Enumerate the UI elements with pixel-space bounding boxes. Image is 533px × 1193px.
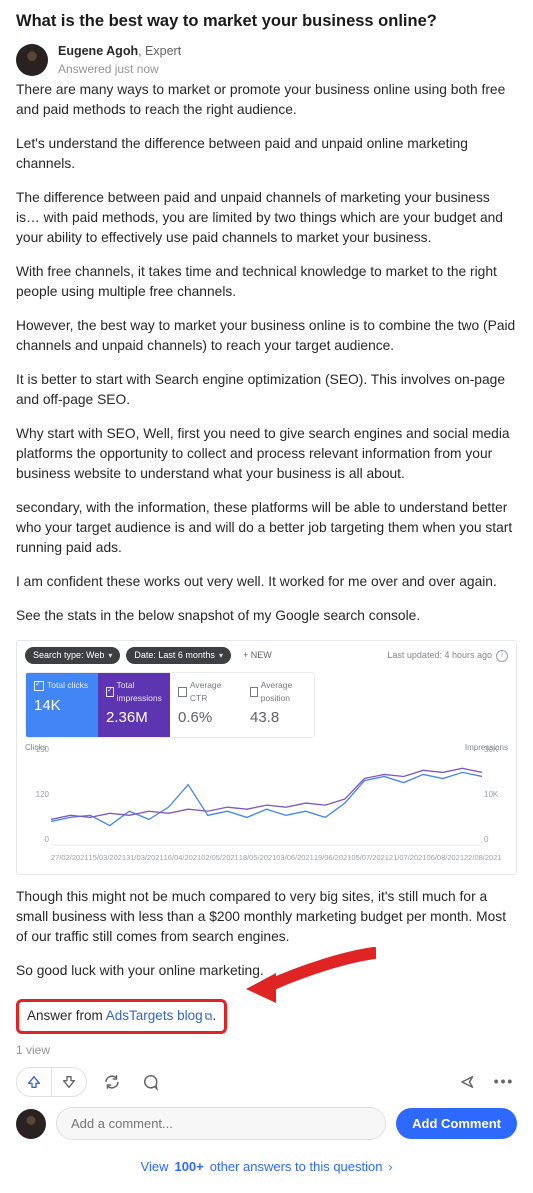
metric-cards: Total clicks 14K Total impressions 2.36M… xyxy=(25,672,315,737)
metric-position: Average position 43.8 xyxy=(242,673,314,736)
comment-input[interactable] xyxy=(56,1107,386,1140)
downvote-button[interactable] xyxy=(52,1068,86,1096)
downvote-icon xyxy=(61,1074,77,1090)
performance-chart: Clicks Impressions 1501200 30K10K0 27/02… xyxy=(25,744,508,864)
author-row: Eugene Agoh, Expert Answered just now xyxy=(16,42,517,79)
answer-paragraph: Though this might not be much compared t… xyxy=(16,887,517,947)
search-console-screenshot: Search type: Web ▾ Date: Last 6 months ▾… xyxy=(16,640,517,874)
answer-paragraph: The difference between paid and unpaid c… xyxy=(16,188,517,248)
answer-paragraph: There are many ways to market or promote… xyxy=(16,80,517,120)
metric-impressions: Total impressions 2.36M xyxy=(98,673,170,736)
source-link[interactable]: AdsTargets blog xyxy=(106,1008,203,1023)
vote-control xyxy=(16,1067,87,1097)
answer-paragraph: secondary, with the information, these p… xyxy=(16,498,517,558)
chevron-down-icon: ▾ xyxy=(219,650,223,662)
upvote-icon xyxy=(26,1074,42,1090)
answered-time: Answered just now xyxy=(58,61,181,78)
action-bar: ••• xyxy=(16,1067,517,1097)
commenter-avatar[interactable] xyxy=(16,1109,46,1139)
source-suffix: . xyxy=(212,1008,216,1023)
comment-icon xyxy=(141,1073,159,1091)
more-button[interactable]: ••• xyxy=(491,1069,517,1095)
annotation-arrow-icon xyxy=(246,947,376,1007)
more-icon: ••• xyxy=(494,1072,515,1092)
answer-paragraph: It is better to start with Search engine… xyxy=(16,370,517,410)
add-filter: + NEW xyxy=(243,649,272,662)
view-more-answers-link[interactable]: View 100+ other answers to this question… xyxy=(16,1158,517,1177)
answer-paragraph: Let's understand the difference between … xyxy=(16,134,517,174)
filter-chip-search-type: Search type: Web ▾ xyxy=(25,647,120,664)
metric-clicks: Total clicks 14K xyxy=(26,673,98,736)
upvote-button[interactable] xyxy=(17,1068,52,1096)
author-name[interactable]: Eugene Agoh xyxy=(58,44,138,58)
answer-body: There are many ways to market or promote… xyxy=(16,80,517,1035)
answer-source-highlight: Answer from AdsTargets blog⧉. xyxy=(16,999,227,1034)
chevron-right-icon: › xyxy=(388,1159,392,1176)
filter-chip-date: Date: Last 6 months ▾ xyxy=(126,647,231,664)
answer-paragraph: With free channels, it takes time and te… xyxy=(16,262,517,302)
add-comment-button[interactable]: Add Comment xyxy=(396,1108,517,1139)
metric-ctr: Average CTR 0.6% xyxy=(170,673,242,736)
view-count: 1 view xyxy=(16,1042,517,1059)
recycle-button[interactable] xyxy=(99,1069,125,1095)
comment-composer: Add Comment xyxy=(16,1107,517,1140)
answer-paragraph: Why start with SEO, Well, first you need… xyxy=(16,424,517,484)
chevron-down-icon: ▾ xyxy=(108,650,112,662)
answer-paragraph: However, the best way to market your bus… xyxy=(16,316,517,356)
refresh-icon xyxy=(103,1073,121,1091)
share-button[interactable] xyxy=(455,1069,481,1095)
comment-button[interactable] xyxy=(137,1069,163,1095)
last-updated: Last updated: 4 hours ago i xyxy=(387,649,508,662)
question-title[interactable]: What is the best way to market your busi… xyxy=(16,10,517,34)
author-avatar[interactable] xyxy=(16,44,48,76)
answer-paragraph: See the stats in the below snapshot of m… xyxy=(16,606,517,626)
source-prefix: Answer from xyxy=(27,1008,106,1023)
info-icon: i xyxy=(496,650,508,662)
author-role: , Expert xyxy=(138,44,181,58)
share-icon xyxy=(459,1073,477,1091)
answer-paragraph: I am confident these works out very well… xyxy=(16,572,517,592)
